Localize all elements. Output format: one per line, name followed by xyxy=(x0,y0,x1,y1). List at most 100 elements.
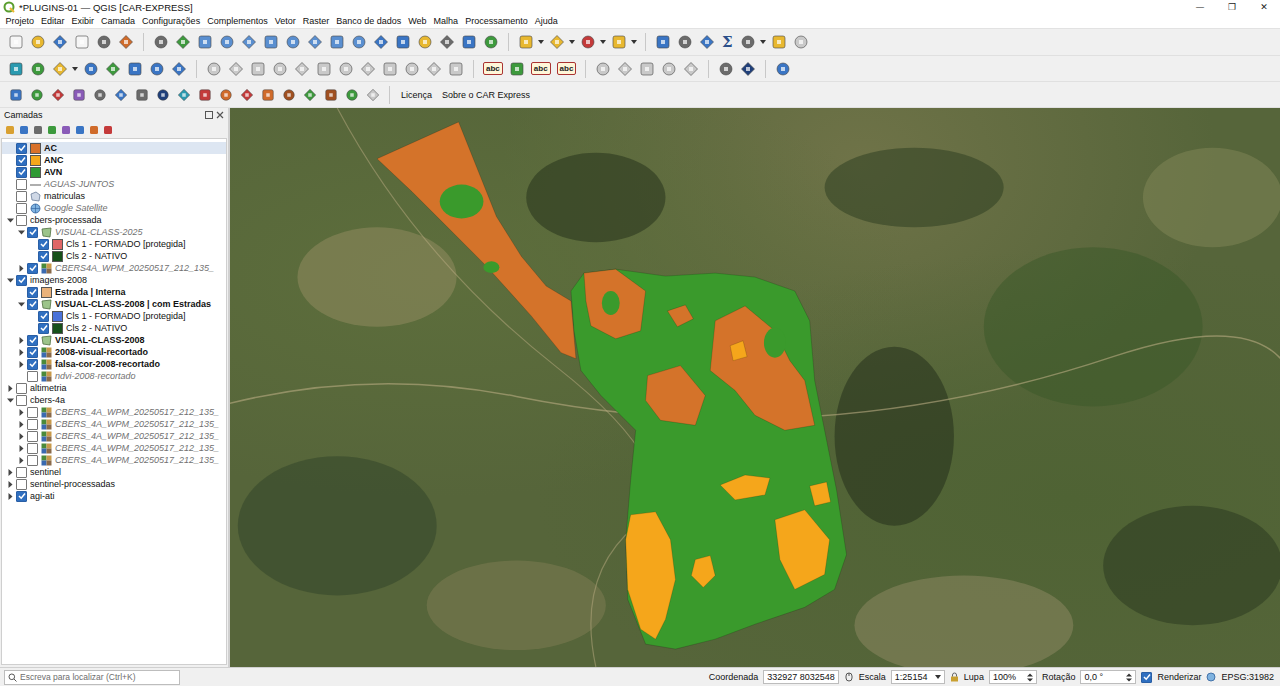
layer-row[interactable]: Google Satellite xyxy=(2,202,226,214)
collapsed-arrow-icon[interactable] xyxy=(7,469,14,476)
tool-button[interactable] xyxy=(6,59,26,79)
layer-checkbox[interactable] xyxy=(16,203,27,214)
layer-checkbox[interactable] xyxy=(27,407,38,418)
expanded-arrow-icon[interactable] xyxy=(7,277,14,284)
layer-checkbox[interactable] xyxy=(16,215,27,226)
tool-button[interactable] xyxy=(116,32,136,52)
tool-button[interactable] xyxy=(321,85,340,105)
mouse-icon[interactable] xyxy=(844,672,854,682)
collapsed-arrow-icon[interactable] xyxy=(18,409,25,416)
tool-button[interactable] xyxy=(237,85,256,105)
tool-button[interactable] xyxy=(81,59,101,79)
locator-search[interactable]: Escreva para localizar (Ctrl+K) xyxy=(4,670,180,685)
window-control-button[interactable]: — xyxy=(1184,0,1216,14)
layer-row[interactable]: agi-ati xyxy=(2,490,226,502)
toolbar-text-button[interactable]: abc xyxy=(557,62,577,75)
tool-button[interactable] xyxy=(48,85,67,105)
dropdown-arrow-icon[interactable] xyxy=(760,40,767,44)
layer-row[interactable]: ndvi-2008-recortado xyxy=(2,370,226,382)
menu-item[interactable]: Web xyxy=(405,16,430,26)
tool-button[interactable] xyxy=(217,32,237,52)
tool-button[interactable] xyxy=(415,32,435,52)
collapsed-arrow-icon[interactable] xyxy=(18,433,25,440)
feature-polygon[interactable] xyxy=(764,328,786,358)
tool-button[interactable] xyxy=(103,59,123,79)
layer-row[interactable]: ANC xyxy=(2,154,226,166)
tool-button[interactable] xyxy=(578,32,598,52)
expanded-arrow-icon[interactable] xyxy=(7,217,14,224)
toolbar-text-button[interactable]: Σ xyxy=(719,33,736,51)
coordinate-field[interactable]: 332927 8032548 xyxy=(763,670,839,684)
tool-button[interactable] xyxy=(258,85,277,105)
feature-polygon[interactable] xyxy=(810,482,831,506)
layer-checkbox[interactable] xyxy=(16,155,27,166)
layer-row[interactable]: CBERS_4A_WPM_20250517_212_135_ xyxy=(2,406,226,418)
expanded-arrow-icon[interactable] xyxy=(18,229,25,236)
layer-checkbox[interactable] xyxy=(16,467,27,478)
tool-button[interactable] xyxy=(402,59,422,79)
expanded-arrow-icon[interactable] xyxy=(18,301,25,308)
tool-button[interactable] xyxy=(653,32,673,52)
layer-row[interactable]: CBERS4A_WPM_20250517_212_135_ xyxy=(2,262,226,274)
tool-button[interactable] xyxy=(371,32,391,52)
layer-row[interactable]: VISUAL-CLASS-2025 xyxy=(2,226,226,238)
tool-button[interactable] xyxy=(446,59,466,79)
feature-polygon[interactable] xyxy=(483,261,499,273)
tool-button[interactable] xyxy=(659,59,679,79)
layer-row[interactable]: 2008-visual-recortado xyxy=(2,346,226,358)
feature-polygon[interactable] xyxy=(691,556,715,588)
tool-button[interactable] xyxy=(327,32,347,52)
menu-item[interactable]: Projeto xyxy=(2,16,38,26)
menu-item[interactable]: Ajuda xyxy=(531,16,561,26)
layer-row[interactable]: CBERS_4A_WPM_20250517_212_135_ xyxy=(2,442,226,454)
tool-button[interactable] xyxy=(216,85,235,105)
feature-polygon[interactable] xyxy=(720,475,770,500)
panel-tool-icon[interactable] xyxy=(89,125,99,135)
menu-item[interactable]: Exibir xyxy=(68,16,98,26)
window-control-button[interactable]: ❐ xyxy=(1216,0,1248,14)
tool-button[interactable] xyxy=(363,85,382,105)
panel-tool-icon[interactable] xyxy=(103,125,113,135)
crs-globe-icon[interactable] xyxy=(1206,672,1216,682)
tool-button[interactable] xyxy=(50,32,70,52)
layer-row[interactable]: sentinel-processadas xyxy=(2,478,226,490)
tool-button[interactable] xyxy=(6,32,26,52)
menu-item[interactable]: Editar xyxy=(38,16,69,26)
tool-button[interactable] xyxy=(204,59,224,79)
render-checkbox[interactable] xyxy=(1141,672,1152,683)
layer-checkbox[interactable] xyxy=(38,239,49,250)
tool-button[interactable] xyxy=(132,85,151,105)
toolbar-text-button[interactable]: Sobre o CAR Express xyxy=(438,90,534,100)
tool-button[interactable] xyxy=(6,85,25,105)
layer-checkbox[interactable] xyxy=(16,167,27,178)
tool-button[interactable] xyxy=(459,32,479,52)
layer-row[interactable]: CBERS_4A_WPM_20250517_212_135_ xyxy=(2,454,226,466)
layer-checkbox[interactable] xyxy=(16,179,27,190)
collapsed-arrow-icon[interactable] xyxy=(7,493,14,500)
dropdown-arrow-icon[interactable] xyxy=(631,40,638,44)
menu-item[interactable]: Malha xyxy=(430,16,462,26)
panel-tool-icon[interactable] xyxy=(47,125,57,135)
layer-row[interactable]: Cls 2 - NATIVO xyxy=(2,322,226,334)
panel-tool-icon[interactable] xyxy=(5,125,15,135)
collapsed-arrow-icon[interactable] xyxy=(18,265,25,272)
tool-button[interactable] xyxy=(681,59,701,79)
tool-button[interactable] xyxy=(380,59,400,79)
tool-button[interactable] xyxy=(615,59,635,79)
layer-checkbox[interactable] xyxy=(27,443,38,454)
layer-row[interactable]: CBERS_4A_WPM_20250517_212_135_ xyxy=(2,430,226,442)
layer-checkbox[interactable] xyxy=(27,263,38,274)
menu-item[interactable]: Vetor xyxy=(271,16,299,26)
layer-checkbox[interactable] xyxy=(16,383,27,394)
tool-button[interactable] xyxy=(637,59,657,79)
layer-row[interactable]: Cls 1 - FORMADO [protegida] xyxy=(2,310,226,322)
tool-button[interactable] xyxy=(69,85,88,105)
menu-item[interactable]: Configurações xyxy=(139,16,204,26)
feature-polygon[interactable] xyxy=(602,291,620,315)
collapsed-arrow-icon[interactable] xyxy=(18,361,25,368)
tool-button[interactable] xyxy=(27,85,46,105)
layer-checkbox[interactable] xyxy=(27,287,38,298)
toolbar-text-button[interactable]: abc xyxy=(483,62,503,75)
collapsed-arrow-icon[interactable] xyxy=(18,349,25,356)
tool-button[interactable] xyxy=(393,32,413,52)
